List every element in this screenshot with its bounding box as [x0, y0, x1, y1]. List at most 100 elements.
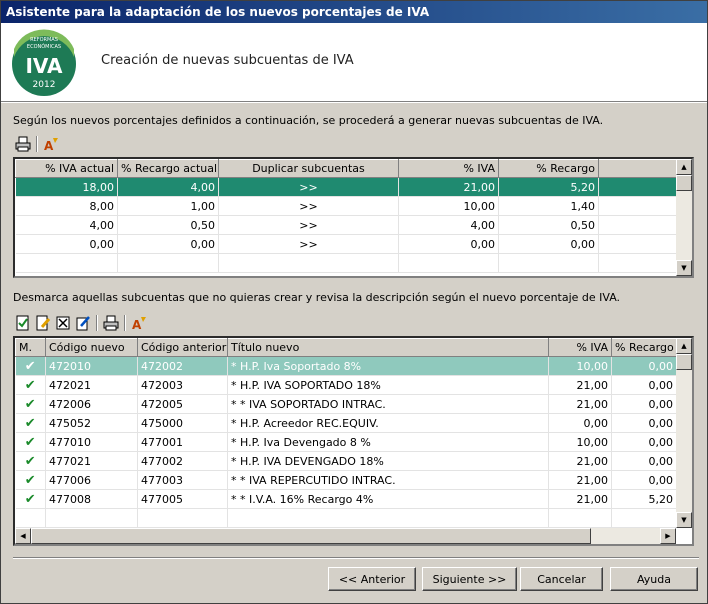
check-all-icon[interactable]: [13, 314, 33, 332]
scroll-down-button[interactable]: ▼: [676, 512, 692, 528]
scroll-thumb[interactable]: [676, 354, 692, 370]
cell-empty[interactable]: [611, 508, 677, 528]
hscroll-thumb[interactable]: [31, 528, 591, 544]
cell-empty[interactable]: [137, 508, 228, 528]
cell-iva[interactable]: 0,00: [548, 413, 612, 433]
cell-recargo-actual[interactable]: 0,50: [117, 215, 219, 235]
cell-recargo-actual[interactable]: 0,00: [117, 234, 219, 254]
cell-recargo[interactable]: 0,00: [611, 413, 677, 433]
cell-iva[interactable]: 21,00: [548, 375, 612, 395]
print-icon[interactable]: [13, 135, 33, 153]
cell-codigo-anterior[interactable]: 477002: [137, 451, 228, 471]
cell-codigo-nuevo[interactable]: 477021: [45, 451, 138, 471]
cell-titulo-nuevo[interactable]: * H.P. Iva Devengado 8 %: [227, 432, 549, 452]
cell-codigo-nuevo[interactable]: 477010: [45, 432, 138, 452]
cell-iva[interactable]: 10,00: [398, 196, 499, 216]
cell-iva-actual[interactable]: 0,00: [15, 234, 118, 254]
cell-empty[interactable]: [398, 253, 499, 273]
account-row[interactable]: ✔ 472006 472005 * * IVA SOPORTADO INTRAC…: [15, 394, 677, 414]
duplicate-button[interactable]: >>: [218, 215, 399, 235]
cell-iva[interactable]: 21,00: [398, 177, 499, 197]
cell-codigo-nuevo[interactable]: 472006: [45, 394, 138, 414]
cell-recargo-actual[interactable]: 1,00: [117, 196, 219, 216]
cell-titulo-nuevo[interactable]: * * IVA SOPORTADO INTRAC.: [227, 394, 549, 414]
cell-codigo-anterior[interactable]: 472002: [137, 356, 228, 376]
cell-empty[interactable]: [15, 508, 46, 528]
account-row[interactable]: ✔ 477021 477002 * H.P. IVA DEVENGADO 18%…: [15, 451, 677, 471]
cell-empty[interactable]: [218, 253, 399, 273]
col-recargo[interactable]: % Recargo: [498, 159, 599, 178]
col-recargo[interactable]: % Recargo: [611, 338, 677, 357]
accounts-vscroll[interactable]: ▲ ▼: [676, 338, 692, 528]
cell-recargo-actual[interactable]: 4,00: [117, 177, 219, 197]
help-button[interactable]: Ayuda: [610, 567, 698, 591]
accounts-hscroll[interactable]: ◀ ▶: [15, 528, 676, 544]
rate-row[interactable]: 8,00 1,00 >> 10,00 1,40: [15, 196, 677, 216]
cell-recargo[interactable]: 0,00: [611, 394, 677, 414]
cell-iva[interactable]: 21,00: [548, 489, 612, 509]
cell-codigo-anterior[interactable]: 472003: [137, 375, 228, 395]
check-icon[interactable]: ✔: [15, 413, 46, 433]
col-codigo-nuevo[interactable]: Código nuevo: [45, 338, 138, 357]
scroll-left-button[interactable]: ◀: [15, 528, 31, 544]
rate-row[interactable]: 4,00 0,50 >> 4,00 0,50: [15, 215, 677, 235]
account-row[interactable]: ✔ 475052 475000 * H.P. Acreedor REC.EQUI…: [15, 413, 677, 433]
duplicate-button[interactable]: >>: [218, 177, 399, 197]
check-icon[interactable]: ✔: [15, 432, 46, 452]
cell-recargo[interactable]: 0,50: [498, 215, 599, 235]
format-icon[interactable]: A: [129, 314, 149, 332]
check-icon[interactable]: ✔: [15, 375, 46, 395]
check-icon[interactable]: ✔: [15, 470, 46, 490]
back-button[interactable]: << Anterior: [328, 567, 416, 591]
cell-recargo[interactable]: 5,20: [498, 177, 599, 197]
cell-empty[interactable]: [45, 508, 138, 528]
cell-codigo-anterior[interactable]: 472005: [137, 394, 228, 414]
scroll-thumb[interactable]: [676, 175, 692, 191]
cell-titulo-nuevo[interactable]: * H.P. IVA DEVENGADO 18%: [227, 451, 549, 471]
cell-iva[interactable]: 0,00: [398, 234, 499, 254]
cell-empty[interactable]: [227, 508, 549, 528]
cell-titulo-nuevo[interactable]: * * I.V.A. 16% Recargo 4%: [227, 489, 549, 509]
cell-codigo-anterior[interactable]: 477005: [137, 489, 228, 509]
uncheck-icon[interactable]: [53, 314, 73, 332]
cell-iva-actual[interactable]: 8,00: [15, 196, 118, 216]
cell-codigo-nuevo[interactable]: 475052: [45, 413, 138, 433]
account-row[interactable]: ✔ 477008 477005 * * I.V.A. 16% Recargo 4…: [15, 489, 677, 509]
col-recargo-actual[interactable]: % Recargo actual: [117, 159, 219, 178]
rates-vscroll[interactable]: ▲ ▼: [676, 159, 692, 276]
cell-codigo-nuevo[interactable]: 472021: [45, 375, 138, 395]
cell-recargo[interactable]: 0,00: [611, 451, 677, 471]
col-iva[interactable]: % IVA: [398, 159, 499, 178]
cell-codigo-anterior[interactable]: 477003: [137, 470, 228, 490]
cell-titulo-nuevo[interactable]: * H.P. IVA SOPORTADO 18%: [227, 375, 549, 395]
cell-iva[interactable]: 4,00: [398, 215, 499, 235]
next-button[interactable]: Siguiente >>: [422, 567, 517, 591]
account-row[interactable]: ✔ 477010 477001 * H.P. Iva Devengado 8 %…: [15, 432, 677, 452]
cell-iva[interactable]: 21,00: [548, 451, 612, 471]
scroll-down-button[interactable]: ▼: [676, 260, 692, 276]
cell-iva-actual[interactable]: 18,00: [15, 177, 118, 197]
col-iva[interactable]: % IVA: [548, 338, 612, 357]
cell-recargo[interactable]: 0,00: [611, 470, 677, 490]
cell-iva-actual[interactable]: 4,00: [15, 215, 118, 235]
duplicate-button[interactable]: >>: [218, 234, 399, 254]
edit-description-icon[interactable]: [73, 314, 93, 332]
cancel-button[interactable]: Cancelar: [520, 567, 603, 591]
scroll-up-button[interactable]: ▲: [676, 338, 692, 354]
cell-codigo-nuevo[interactable]: 477008: [45, 489, 138, 509]
check-icon[interactable]: ✔: [15, 356, 46, 376]
scroll-right-button[interactable]: ▶: [660, 528, 676, 544]
check-icon[interactable]: ✔: [15, 489, 46, 509]
cell-empty[interactable]: [15, 253, 118, 273]
cell-iva[interactable]: 10,00: [548, 432, 612, 452]
cell-recargo[interactable]: 0,00: [611, 375, 677, 395]
cell-iva[interactable]: 21,00: [548, 470, 612, 490]
col-titulo-nuevo[interactable]: Título nuevo: [227, 338, 549, 357]
edit-icon[interactable]: [33, 314, 53, 332]
account-row[interactable]: ✔ 472021 472003 * H.P. IVA SOPORTADO 18%…: [15, 375, 677, 395]
rate-row[interactable]: 18,00 4,00 >> 21,00 5,20: [15, 177, 677, 197]
account-row[interactable]: ✔ 472010 472002 * H.P. Iva Soportado 8% …: [15, 356, 677, 376]
cell-recargo[interactable]: 0,00: [611, 356, 677, 376]
cell-codigo-anterior[interactable]: 475000: [137, 413, 228, 433]
cell-iva[interactable]: 21,00: [548, 394, 612, 414]
